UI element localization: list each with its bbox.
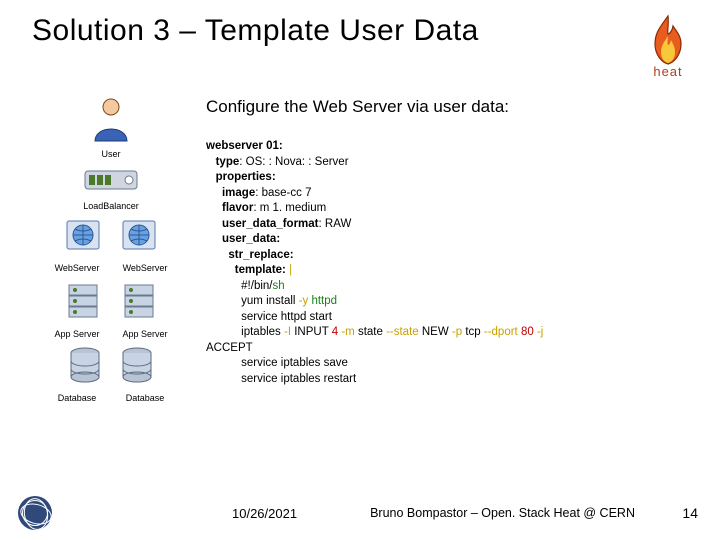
code-val: : OS: : Nova: : Server (239, 156, 348, 168)
code-text: service httpd start (241, 311, 332, 323)
database-icon (117, 345, 157, 387)
diagram-label-user: User (101, 149, 120, 159)
heat-logo-label: heat (653, 64, 682, 79)
code-key: user_data: (222, 233, 280, 245)
subtitle: Configure the Web Server via user data: (206, 97, 702, 117)
code-val: : base-cc 7 (255, 187, 311, 199)
footer-date: 10/26/2021 (232, 506, 297, 521)
code-text: sh (272, 280, 284, 292)
appserver-icon (61, 279, 105, 323)
code-key: flavor (222, 202, 253, 214)
code-val: : m 1. medium (253, 202, 326, 214)
loadbalancer-icon (83, 165, 139, 195)
slide-footer: 10/26/2021 Bruno Bompastor – Open. Stack… (0, 496, 720, 530)
code-text: iptables (241, 326, 284, 338)
code-text: state (358, 326, 386, 338)
code-flag: -j (537, 326, 543, 338)
architecture-diagram: User LoadBalancer WebServer WebServer Ap… (36, 97, 186, 403)
code-key: image (222, 187, 255, 199)
footer-page-number: 14 (668, 505, 698, 521)
yaml-code-block: webserver 01: type: OS: : Nova: : Server… (206, 139, 702, 387)
code-text: service iptables restart (241, 373, 356, 385)
webserver-icon (117, 217, 161, 257)
cern-logo-icon (18, 496, 52, 530)
footer-credits: Bruno Bompastor – Open. Stack Heat @ CER… (337, 506, 668, 521)
code-flag: -m (341, 326, 358, 338)
code-num: 4 (332, 326, 342, 338)
heat-logo: heat (636, 14, 700, 79)
code-key: type (216, 156, 240, 168)
diagram-label-ws: WebServer (49, 263, 105, 273)
code-flag: --state (386, 326, 422, 338)
code-text: service iptables save (241, 357, 348, 369)
database-icon (65, 345, 105, 387)
code-line: webserver 01: (206, 140, 283, 152)
code-pipe: | (289, 264, 292, 276)
webserver-icon (61, 217, 105, 257)
code-text: INPUT (294, 326, 332, 338)
code-num: 80 (521, 326, 537, 338)
code-text: ACCEPT (206, 342, 253, 354)
code-text: yum install (241, 295, 299, 307)
code-key: properties: (216, 171, 276, 183)
diagram-label-db: Database (117, 393, 173, 403)
code-text: NEW (422, 326, 452, 338)
slide-title: Solution 3 – Template User Data (32, 14, 636, 48)
code-key: user_data_format (222, 218, 319, 230)
code-text: httpd (311, 295, 337, 307)
diagram-label-app: App Server (49, 329, 105, 339)
code-text: tcp (465, 326, 484, 338)
diagram-label-lb: LoadBalancer (83, 201, 139, 211)
flame-icon (647, 14, 689, 66)
code-val: : RAW (319, 218, 352, 230)
code-key: str_replace: (228, 249, 293, 261)
code-text: #!/bin/ (241, 280, 272, 292)
diagram-label-app: App Server (117, 329, 173, 339)
code-flag: -I (284, 326, 294, 338)
code-flag: -y (299, 295, 312, 307)
user-icon (89, 97, 133, 143)
code-flag: -p (452, 326, 465, 338)
appserver-icon (117, 279, 161, 323)
code-key: template: (235, 264, 289, 276)
code-flag: --dport (484, 326, 521, 338)
diagram-label-ws: WebServer (117, 263, 173, 273)
diagram-label-db: Database (49, 393, 105, 403)
